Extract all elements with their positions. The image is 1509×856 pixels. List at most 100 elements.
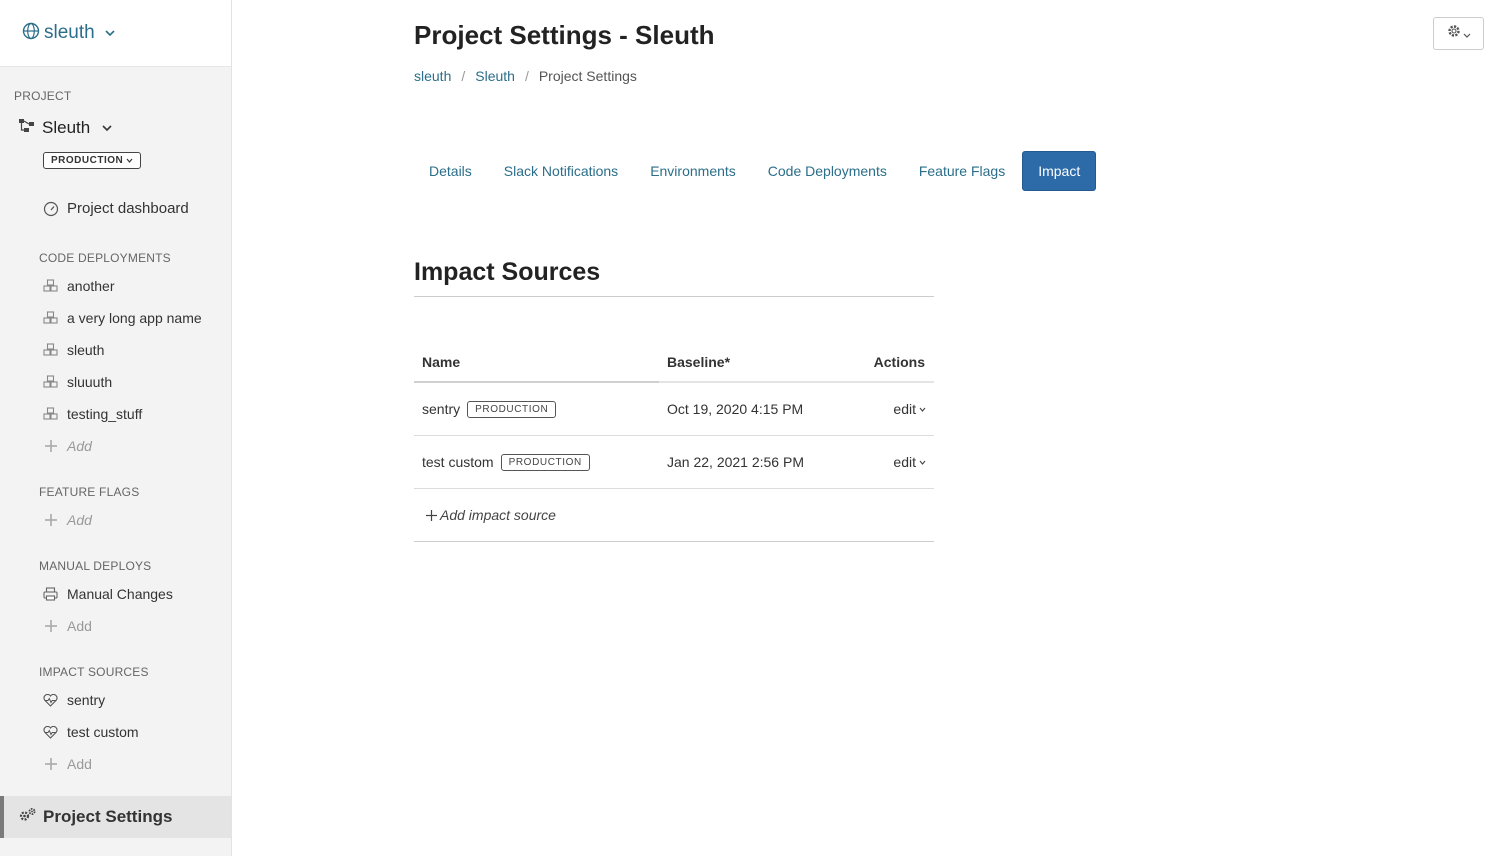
sidebar-item-label: sluuuth xyxy=(67,374,113,390)
plus-icon xyxy=(42,440,59,452)
chevron-down-icon xyxy=(1463,25,1471,43)
sidebar-item-label: a very long app name xyxy=(67,310,202,326)
edit-label: edit xyxy=(893,454,916,470)
org-switcher[interactable]: sleuth xyxy=(0,0,231,67)
feature-flags-label: FEATURE FLAGS xyxy=(39,485,140,499)
project-section-label: PROJECT xyxy=(14,89,72,103)
environment-selector[interactable]: PRODUCTION xyxy=(43,152,142,169)
divider xyxy=(414,296,934,297)
baseline-cell: Oct 19, 2020 4:15 PM xyxy=(667,401,804,417)
project-name: Sleuth xyxy=(42,118,91,137)
add-code-deployment-button[interactable]: Add xyxy=(42,438,92,454)
sidebar-item-code-deployment[interactable]: sluuuth xyxy=(42,374,112,390)
edit-dropdown-button[interactable]: edit xyxy=(893,401,926,417)
add-manual-deploy-button[interactable]: Add xyxy=(42,618,92,634)
section-title: Impact Sources xyxy=(414,258,601,286)
printer-icon xyxy=(42,587,59,601)
settings-menu-button[interactable] xyxy=(1433,17,1484,50)
settings-tabs: Details Slack Notifications Environments… xyxy=(414,151,1098,191)
breadcrumb-separator: / xyxy=(461,68,466,84)
sidebar-item-code-deployment[interactable]: sleuth xyxy=(42,342,104,358)
chevron-down-icon xyxy=(102,119,112,137)
column-header-baseline: Baseline* xyxy=(667,354,731,370)
add-label: Add xyxy=(67,618,92,634)
cubes-icon xyxy=(42,343,59,357)
table-row: sentry PRODUCTION Oct 19, 2020 4:15 PM e… xyxy=(414,383,934,436)
actions-cell: edit xyxy=(893,383,926,435)
add-impact-source-sidebar-button[interactable]: Add xyxy=(42,756,92,772)
environment-label: PRODUCTION xyxy=(51,155,124,166)
sidebar-item-label: testing_stuff xyxy=(67,406,143,422)
actions-cell: edit xyxy=(893,436,926,488)
cubes-icon xyxy=(42,375,59,389)
gears-icon xyxy=(18,807,37,828)
name-cell: sentry PRODUCTION xyxy=(422,383,557,435)
add-impact-source-label: Add impact source xyxy=(440,507,556,523)
manual-deploys-label: MANUAL DEPLOYS xyxy=(39,559,152,573)
sidebar-item-label: sentry xyxy=(67,692,106,708)
tab-impact[interactable]: Impact xyxy=(1022,151,1097,191)
sidebar-item-label: Manual Changes xyxy=(67,586,173,602)
sidebar-item-manual-changes[interactable]: Manual Changes xyxy=(42,586,173,602)
sidebar-item-label: sleuth xyxy=(67,342,105,358)
sidebar: sleuth PROJECT Sleuth PRODUCTION Project… xyxy=(0,0,232,856)
environment-badge: PRODUCTION xyxy=(500,453,590,471)
table-header: Name Baseline* Actions xyxy=(414,345,934,383)
gauge-icon xyxy=(42,201,59,217)
plus-icon xyxy=(42,514,59,526)
chevron-down-icon xyxy=(126,158,133,163)
tab-details[interactable]: Details xyxy=(414,151,487,191)
tab-slack-notifications[interactable]: Slack Notifications xyxy=(489,151,633,191)
column-header-name: Name xyxy=(422,354,461,370)
sidebar-item-label: Project dashboard xyxy=(67,200,189,217)
impact-source-name[interactable]: test custom xyxy=(422,454,494,470)
sidebar-item-impact-source[interactable]: sentry xyxy=(42,692,105,708)
baseline-cell: Jan 22, 2021 2:56 PM xyxy=(667,454,804,470)
impact-sources-table: Name Baseline* Actions sentry PRODUCTION… xyxy=(414,345,934,542)
tab-code-deployments[interactable]: Code Deployments xyxy=(753,151,902,191)
table-row: test custom PRODUCTION Jan 22, 2021 2:56… xyxy=(414,436,934,489)
sidebar-item-project-settings[interactable]: Project Settings xyxy=(0,796,231,838)
add-label: Add xyxy=(67,512,92,528)
tab-feature-flags[interactable]: Feature Flags xyxy=(904,151,1020,191)
chevron-down-icon xyxy=(919,407,926,412)
globe-icon xyxy=(22,22,40,45)
sidebar-item-code-deployment[interactable]: testing_stuff xyxy=(42,406,142,422)
sidebar-item-impact-source[interactable]: test custom xyxy=(42,724,139,740)
plus-icon xyxy=(42,620,59,632)
breadcrumb-link-org[interactable]: sleuth xyxy=(414,68,451,84)
sidebar-item-label: another xyxy=(67,278,115,294)
cubes-icon xyxy=(42,311,59,325)
sidebar-item-code-deployment[interactable]: a very long app name xyxy=(42,310,202,326)
add-feature-flag-button[interactable]: Add xyxy=(42,512,92,528)
breadcrumb-separator: / xyxy=(524,68,529,84)
sidebar-item-project-dashboard[interactable]: Project dashboard xyxy=(42,200,189,217)
breadcrumb-current: Project Settings xyxy=(538,68,637,84)
code-deployments-label: CODE DEPLOYMENTS xyxy=(39,251,171,265)
chevron-down-icon xyxy=(919,460,926,465)
breadcrumb: sleuth / Sleuth / Project Settings xyxy=(414,68,637,84)
name-cell: test custom PRODUCTION xyxy=(422,436,590,488)
impact-sources-label: IMPACT SOURCES xyxy=(39,665,149,679)
project-switcher[interactable]: Sleuth xyxy=(18,118,112,138)
impact-source-name[interactable]: sentry xyxy=(422,401,460,417)
heart-pulse-icon xyxy=(42,693,59,707)
chevron-down-icon xyxy=(105,24,115,42)
tab-environments[interactable]: Environments xyxy=(635,151,751,191)
add-label: Add xyxy=(67,438,92,454)
cubes-icon xyxy=(42,279,59,293)
plus-icon xyxy=(42,758,59,770)
edit-label: edit xyxy=(893,401,916,417)
add-impact-source-button[interactable]: Add impact source xyxy=(414,489,934,542)
sidebar-item-code-deployment[interactable]: another xyxy=(42,278,114,294)
sidebar-item-label: Project Settings xyxy=(43,807,173,826)
project-tree-icon xyxy=(18,118,35,138)
edit-dropdown-button[interactable]: edit xyxy=(893,454,926,470)
page-title: Project Settings - Sleuth xyxy=(414,20,715,50)
column-header-actions: Actions xyxy=(873,354,925,370)
gear-icon xyxy=(1447,24,1461,43)
plus-icon xyxy=(426,509,437,521)
sidebar-item-label: test custom xyxy=(67,724,139,740)
breadcrumb-link-project[interactable]: Sleuth xyxy=(475,68,515,84)
org-name: sleuth xyxy=(44,22,95,43)
